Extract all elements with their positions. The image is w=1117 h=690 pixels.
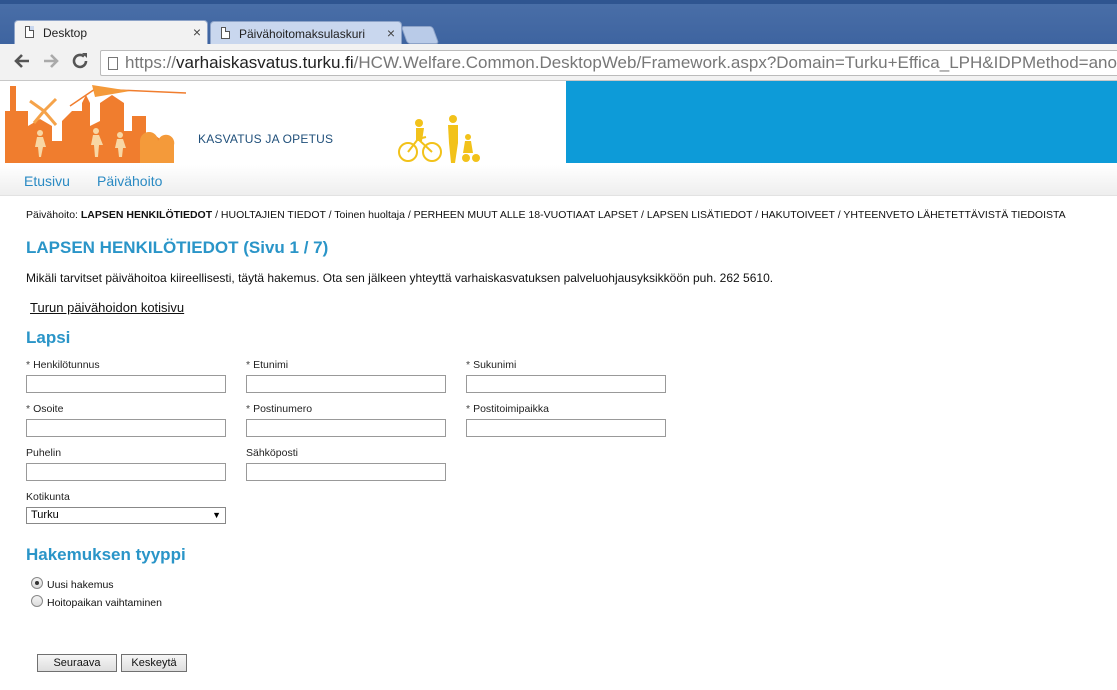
back-arrow-icon[interactable] (10, 50, 34, 74)
sukunimi-input[interactable] (466, 375, 666, 393)
url-text: https://varhaiskasvatus.turku.fi/HCW.Wel… (125, 53, 1117, 72)
header-illustration: KASVATUS JA OPETUS (0, 81, 566, 163)
page-icon (25, 26, 34, 38)
close-icon[interactable]: × (387, 25, 395, 41)
address-bar[interactable]: https://varhaiskasvatus.turku.fi/HCW.Wel… (100, 50, 1117, 76)
puhelin-label: Puhelin (26, 447, 62, 459)
postitoimipaikka-input[interactable] (466, 419, 666, 437)
site-header: KASVATUS JA OPETUS (0, 81, 1117, 163)
reload-icon[interactable] (68, 50, 92, 74)
osoite-input[interactable] (26, 419, 226, 437)
radio-option-hoitopaikan-vaihtaminen[interactable]: Hoitopaikan vaihtaminen (31, 595, 162, 609)
radio-button[interactable] (31, 577, 43, 589)
kotikunta-label: Kotikunta (26, 491, 70, 503)
osoite-label: * Osoite (26, 403, 64, 415)
forward-arrow-icon[interactable] (39, 50, 63, 74)
section-title-lapsi: Lapsi (26, 328, 71, 347)
tab-paivahoitomaksulaskuri[interactable]: Päivähoitomaksulaskuri × (210, 21, 402, 44)
kotikunta-select[interactable]: Turku ▼ (26, 507, 226, 524)
postinumero-input[interactable] (246, 419, 446, 437)
etunimi-label: * Etunimi (246, 359, 289, 371)
info-text: Mikäli tarvitset päivähoitoa kiireellise… (26, 271, 774, 285)
browser-toolbar: https://varhaiskasvatus.turku.fi/HCW.Wel… (0, 44, 1117, 81)
etunimi-input[interactable] (246, 375, 446, 393)
header-banner (566, 81, 1117, 163)
radio-button[interactable] (31, 595, 43, 607)
henkilotunnus-label: * Henkilötunnus (26, 359, 100, 371)
page-icon (108, 57, 118, 70)
browser-tab-strip: Desktop × Päivähoitomaksulaskuri × (0, 0, 1117, 44)
postitoimipaikka-label: * Postitoimipaikka (466, 403, 549, 415)
brand-text: KASVATUS JA OPETUS (198, 132, 334, 146)
breadcrumb-current: LAPSEN HENKILÖTIEDOT (80, 209, 213, 221)
next-button[interactable]: Seuraava (37, 654, 117, 672)
sahkoposti-label: Sähköposti (246, 447, 298, 459)
postinumero-label: * Postinumero (246, 403, 313, 415)
breadcrumb: Päivähoito: LAPSEN HENKILÖTIEDOT / HUOLT… (26, 209, 1066, 221)
sukunimi-label: * Sukunimi (466, 359, 517, 371)
new-tab-button[interactable] (400, 26, 440, 44)
henkilotunnus-input[interactable] (26, 375, 226, 393)
radio-label: Hoitopaikan vaihtaminen (47, 597, 162, 609)
sahkoposti-input[interactable] (246, 463, 446, 481)
breadcrumb-steps: / HUOLTAJIEN TIEDOT / Toinen huoltaja / … (215, 209, 1066, 221)
dropdown-arrow-icon: ▼ (212, 510, 221, 520)
city-skyline-logo (5, 85, 480, 163)
tab-title: Päivähoitomaksulaskuri (239, 27, 366, 41)
section-title-hakemuksen-tyyppi: Hakemuksen tyyppi (26, 545, 186, 564)
breadcrumb-prefix: Päivähoito: (26, 209, 78, 221)
radio-option-uusi-hakemus[interactable]: Uusi hakemus (31, 577, 114, 591)
radio-label: Uusi hakemus (47, 579, 114, 591)
home-page-link[interactable]: Turun päivähoidon kotisivu (30, 300, 184, 315)
page-icon (221, 27, 230, 39)
site-navigation: Etusivu Päivähoito (0, 165, 1117, 196)
page-title: LAPSEN HENKILÖTIEDOT (Sivu 1 / 7) (26, 238, 329, 257)
nav-item-paivahoito[interactable]: Päivähoito (97, 173, 162, 189)
cancel-button[interactable]: Keskeytä (121, 654, 187, 672)
kotikunta-selected-value: Turku (31, 509, 59, 521)
close-icon[interactable]: × (193, 24, 201, 40)
tab-title: Desktop (43, 26, 88, 40)
nav-item-etusivu[interactable]: Etusivu (24, 173, 70, 189)
tab-desktop[interactable]: Desktop × (14, 20, 208, 44)
puhelin-input[interactable] (26, 463, 226, 481)
